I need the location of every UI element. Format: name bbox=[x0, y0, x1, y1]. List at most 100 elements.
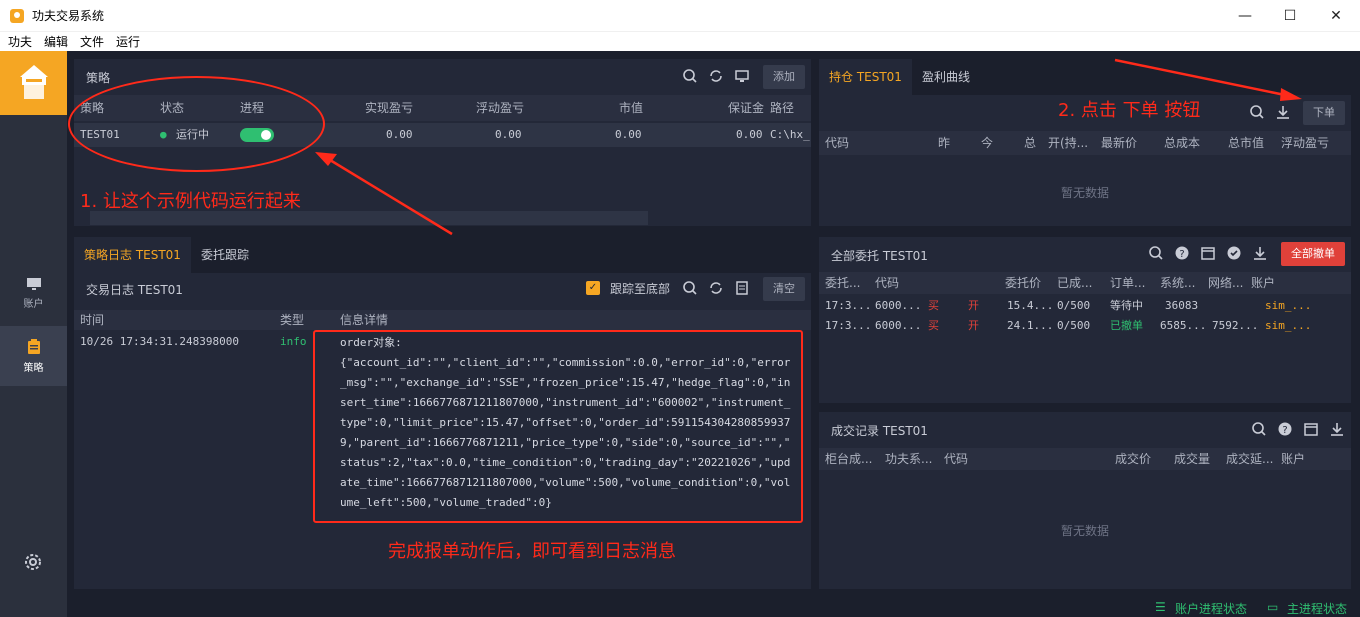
search-icon[interactable] bbox=[682, 68, 698, 84]
sidebar-item-account[interactable]: 账户 bbox=[0, 263, 67, 323]
col-floating-pnl: 浮动盈亏 bbox=[1281, 136, 1330, 150]
monitor-icon: ▭ bbox=[1267, 600, 1279, 614]
monitor-icon[interactable] bbox=[734, 68, 750, 84]
order-offset: 开 bbox=[968, 299, 979, 312]
svg-text:?: ? bbox=[1179, 249, 1184, 260]
order-filled: 0/500 bbox=[1057, 319, 1091, 332]
follow-bottom-checkbox[interactable]: ✓ bbox=[586, 281, 600, 295]
col-today: 今 bbox=[981, 136, 994, 150]
menu-bar: 功夫 编辑 文件 运行 bbox=[0, 31, 1360, 51]
tab-strategy-log[interactable]: 策略日志 TEST01 bbox=[74, 237, 191, 273]
log-time: 10/26 17:34:31.248398000 bbox=[80, 335, 239, 348]
trades-panel: 成交记录 TEST01 ? 柜台成... 功夫系... 代码 成交价 成交量 成… bbox=[819, 412, 1351, 589]
settings-button[interactable] bbox=[22, 551, 44, 576]
annotation-step2: 2. 点击 下单 按钮 bbox=[1058, 100, 1201, 121]
col-account: 账户 bbox=[1281, 452, 1306, 466]
col-yesterday: 昨 bbox=[938, 136, 951, 150]
close-button[interactable]: ✕ bbox=[1313, 0, 1359, 31]
trades-table-header: 柜台成... 功夫系... 代码 成交价 成交量 成交延... 账户 bbox=[819, 448, 1351, 470]
col-floating-pnl: 浮动盈亏 bbox=[476, 101, 525, 115]
calendar-icon[interactable] bbox=[1200, 245, 1216, 261]
sidebar: 账户 策略 bbox=[0, 51, 67, 617]
orders-panel-header: 全部委托 TEST01 bbox=[819, 237, 1351, 273]
positions-empty: 暂无数据 bbox=[1060, 186, 1109, 200]
annotation-box-log bbox=[313, 330, 803, 523]
col-path: 路径 bbox=[770, 101, 795, 115]
order-status: 等待中 bbox=[1110, 299, 1143, 312]
order-filled: 0/500 bbox=[1057, 299, 1091, 312]
main-process-status[interactable]: 主进程状态 bbox=[1287, 600, 1347, 617]
table-row[interactable]: 17:3... 6000... 买 开 24.1... 0/500 已撤单 65… bbox=[819, 316, 1351, 336]
log-type: info bbox=[280, 335, 307, 348]
search-icon[interactable] bbox=[682, 280, 698, 296]
col-total-value: 总市值 bbox=[1228, 136, 1265, 150]
menu-edit[interactable]: 编辑 bbox=[44, 33, 68, 50]
place-order-button[interactable]: 下单 bbox=[1303, 101, 1345, 125]
col-network: 网络... bbox=[1208, 276, 1244, 290]
menu-gongfu[interactable]: 功夫 bbox=[8, 33, 32, 50]
calendar-icon[interactable] bbox=[1303, 421, 1319, 437]
col-margin: 保证金 bbox=[728, 101, 765, 115]
positions-table-header: 代码 昨 今 总 开(持... 最新价 总成本 总市值 浮动盈亏 bbox=[819, 131, 1351, 155]
col-counter-trade: 柜台成... bbox=[825, 452, 873, 466]
col-order-status: 订单... bbox=[1110, 276, 1146, 290]
orders-table-header: 委托... 代码 委托价 已成... 订单... 系统... 网络... 账户 bbox=[819, 272, 1351, 294]
add-strategy-button[interactable]: 添加 bbox=[763, 65, 805, 89]
document-icon[interactable] bbox=[734, 280, 750, 296]
clipboard-icon bbox=[27, 338, 40, 354]
search-icon[interactable] bbox=[1251, 421, 1267, 437]
tab-pnl-curve[interactable]: 盈利曲线 bbox=[912, 59, 980, 95]
clear-log-button[interactable]: 清空 bbox=[763, 277, 805, 301]
order-side: 买 bbox=[928, 299, 939, 312]
order-account: sim_... bbox=[1265, 319, 1312, 332]
annotation-step3: 完成报单动作后，即可看到日志消息 bbox=[388, 541, 676, 562]
col-open: 开(持... bbox=[1048, 136, 1089, 150]
refresh-icon[interactable] bbox=[708, 68, 724, 84]
process-list-icon: ☰ bbox=[1155, 600, 1166, 614]
col-order-price: 委托价 bbox=[1005, 276, 1042, 290]
col-total-cost: 总成本 bbox=[1164, 136, 1201, 150]
cancel-all-button[interactable]: 全部撤单 bbox=[1281, 242, 1345, 266]
window-title: 功夫交易系统 bbox=[32, 9, 105, 23]
col-type: 类型 bbox=[280, 313, 305, 327]
search-icon[interactable] bbox=[1249, 104, 1265, 120]
tab-order-trace[interactable]: 委托跟踪 bbox=[191, 237, 259, 273]
orders-panel: 全部委托 TEST01 ? 全部撤单 委托... 代码 委托价 已成... 订单… bbox=[819, 237, 1351, 403]
strategy-panel-title: 策略 bbox=[86, 70, 111, 85]
col-code: 代码 bbox=[944, 452, 969, 466]
order-code: 6000... bbox=[875, 319, 922, 332]
menu-file[interactable]: 文件 bbox=[80, 33, 104, 50]
help-icon[interactable]: ? bbox=[1174, 245, 1190, 261]
order-sys-id: 36083 bbox=[1165, 299, 1199, 312]
check-circle-icon[interactable] bbox=[1226, 245, 1242, 261]
refresh-icon[interactable] bbox=[708, 280, 724, 296]
monitor-icon bbox=[26, 277, 41, 290]
search-icon[interactable] bbox=[1148, 245, 1164, 261]
download-icon[interactable] bbox=[1329, 421, 1345, 437]
download-icon[interactable] bbox=[1275, 104, 1291, 120]
menu-run[interactable]: 运行 bbox=[116, 33, 140, 50]
tab-positions[interactable]: 持仓 TEST01 bbox=[819, 59, 912, 95]
log-subtitle: 交易日志 TEST01 bbox=[86, 283, 183, 297]
col-total: 总 bbox=[1024, 136, 1037, 150]
table-row[interactable]: 17:3... 6000... 买 开 15.4... 0/500 等待中 36… bbox=[819, 296, 1351, 316]
col-kungfu-system: 功夫系... bbox=[885, 452, 933, 466]
account-process-status[interactable]: 账户进程状态 bbox=[1175, 600, 1247, 617]
order-price: 15.4... bbox=[1007, 299, 1054, 312]
margin: 0.00 bbox=[736, 128, 763, 141]
trades-panel-title: 成交记录 TEST01 bbox=[831, 423, 928, 438]
log-table-header: 时间 类型 信息详情 bbox=[74, 310, 811, 330]
horizontal-scrollbar[interactable] bbox=[90, 211, 648, 225]
sidebar-item-label: 账户 bbox=[23, 298, 44, 310]
sidebar-item-strategy[interactable]: 策略 bbox=[0, 326, 67, 386]
minimize-button[interactable]: — bbox=[1222, 0, 1268, 31]
positions-tabs: 持仓 TEST01 盈利曲线 bbox=[819, 59, 1351, 95]
download-icon[interactable] bbox=[1252, 245, 1268, 261]
app-logo-icon bbox=[10, 8, 24, 23]
col-account: 账户 bbox=[1251, 276, 1276, 290]
maximize-button[interactable]: ☐ bbox=[1267, 0, 1313, 31]
col-trade-latency: 成交延... bbox=[1226, 452, 1274, 466]
order-sys-id: 6585... bbox=[1160, 319, 1207, 332]
help-icon[interactable]: ? bbox=[1277, 421, 1293, 437]
log-tabs: 策略日志 TEST01 委托跟踪 bbox=[74, 237, 811, 273]
